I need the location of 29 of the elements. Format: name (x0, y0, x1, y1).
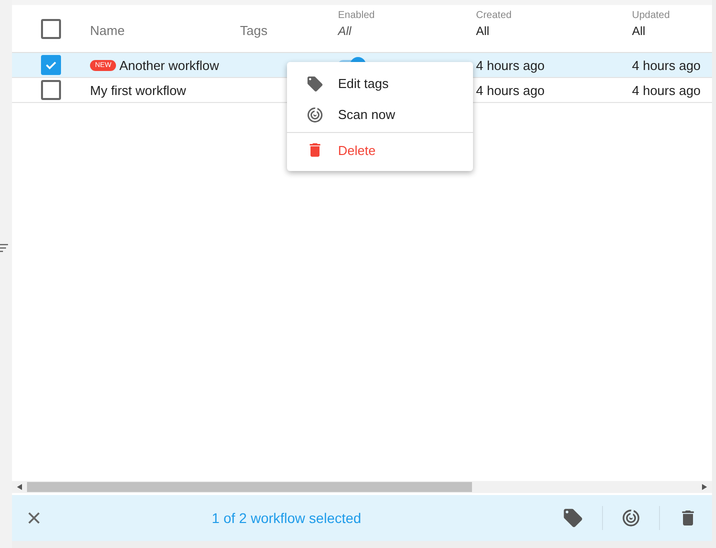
column-header[interactable]: Tags (240, 23, 338, 38)
column-header[interactable]: Updated (632, 10, 712, 21)
filter-icon[interactable] (0, 244, 8, 252)
close-icon[interactable] (27, 511, 41, 525)
scroll-right-icon[interactable] (702, 484, 707, 490)
radar-icon[interactable] (621, 508, 641, 528)
workflow-name: Another workflow (119, 58, 220, 72)
selection-count: 1 of 2 workflow selected (210, 510, 362, 526)
menu-item[interactable]: Scan now (287, 99, 473, 130)
created-time: 4 hours ago (476, 58, 545, 72)
menu-item[interactable]: Edit tags (287, 68, 473, 99)
row-checkbox[interactable] (41, 55, 61, 75)
column-header[interactable]: Enabled (338, 10, 476, 21)
column-filter[interactable]: All (476, 24, 632, 38)
created-time: 4 hours ago (476, 82, 545, 98)
updated-time: 4 hours ago (632, 58, 701, 72)
select-all-checkbox[interactable] (41, 19, 61, 39)
updated-time: 4 hours ago (632, 82, 701, 98)
scroll-left-icon[interactable] (17, 484, 22, 490)
workflow-name: My first workflow (90, 82, 186, 98)
tag-icon[interactable] (562, 507, 584, 529)
tag-icon (306, 74, 324, 92)
column-filter[interactable]: All (338, 24, 476, 38)
radar-icon (306, 106, 324, 124)
menu-item[interactable]: Delete (287, 133, 473, 167)
column-filter[interactable]: All (632, 24, 712, 38)
row-checkbox[interactable] (41, 80, 61, 100)
column-header[interactable]: Created (476, 10, 632, 21)
column-header[interactable]: Name (90, 23, 240, 38)
